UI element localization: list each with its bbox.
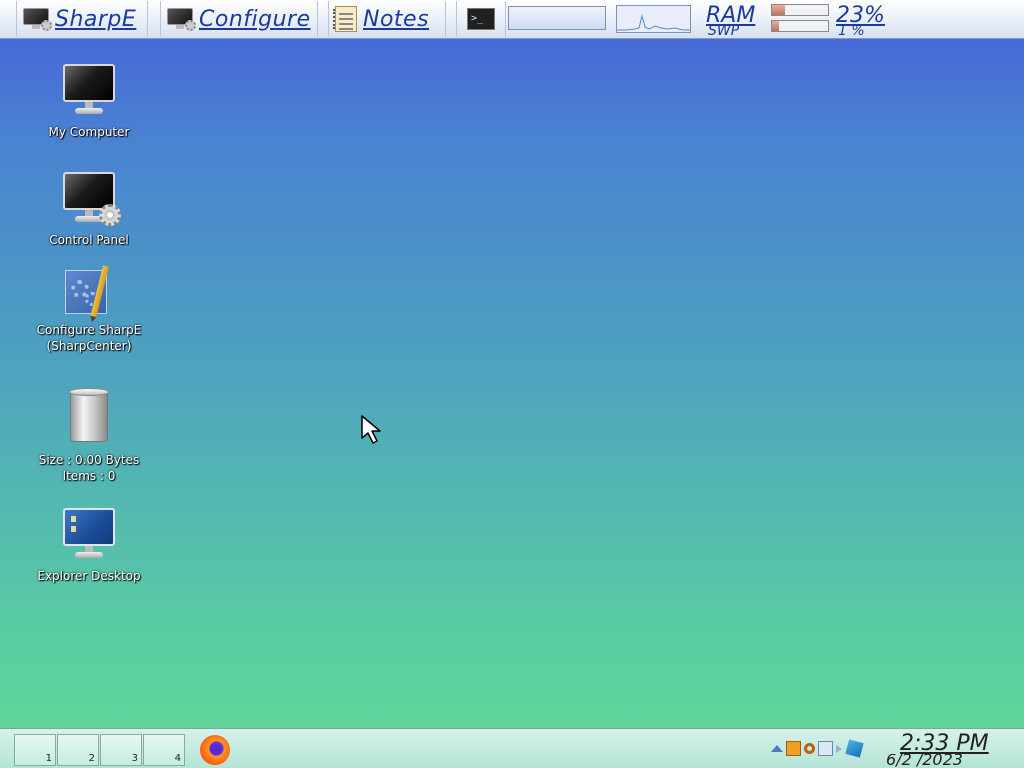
ram-percent: 23% [836,3,885,28]
my-computer-shortcut[interactable]: My Computer [24,64,154,140]
explorer-desktop-icon [63,508,115,562]
recycle-bin-shortcut[interactable]: Size : 0.00 Bytes Items : 0 [24,388,154,484]
my-computer-label: My Computer [48,125,130,139]
recycle-bin-size: Size : 0.00 Bytes [38,453,140,467]
notes-button[interactable]: Notes [328,1,446,37]
tray-network-icon[interactable] [818,741,833,756]
control-panel-shortcut[interactable]: Control Panel [24,172,154,248]
explorer-desktop-label: Explorer Desktop [37,569,141,583]
configure-sharpe-shortcut[interactable]: Configure SharpE (SharpCenter) [24,265,154,354]
workspace-1-number: 1 [45,753,52,764]
tray-expand-arrow-icon[interactable] [771,745,783,752]
bottom-taskbar: 1 2 3 4 2:33 PM 6/2 /2023 [0,728,1024,768]
system-tray [771,739,864,758]
workspace-1-button[interactable]: 1 [14,734,56,766]
sharpe-monitor-icon [23,8,52,31]
ram-label: RAM [706,3,756,28]
workspace-2-button[interactable]: 2 [57,734,99,766]
cpu-graph [616,5,691,33]
sharpcenter-icon [65,265,113,318]
cpu-graph-line [617,14,690,31]
top-panel: SharpE Configure Notes >_ RAM SWP 23% 1 … [0,0,1024,39]
clock-time[interactable]: 2:33 PM [900,732,989,756]
clock-date: 6/2 /2023 [886,754,963,768]
configure-sharpe-sublabel: (SharpCenter) [46,339,132,353]
terminal-icon: >_ [467,8,495,30]
terminal-button[interactable]: >_ [456,1,506,37]
explorer-desktop-shortcut[interactable]: Explorer Desktop [24,508,154,584]
swap-label: SWP [708,26,740,38]
notepad-icon [333,6,357,32]
computer-icon [63,64,115,118]
tray-cube-icon[interactable] [845,739,864,758]
mouse-pointer-icon [361,415,381,444]
tray-volume-icon[interactable] [836,744,844,753]
configure-button[interactable]: Configure [160,1,318,37]
workspace-3-button[interactable]: 3 [100,734,142,766]
swap-usage-fill [772,21,779,31]
swap-percent: 1 % [838,26,865,38]
swap-usage-bar [771,20,829,32]
trash-can-icon [69,388,109,444]
workspace-4-number: 4 [174,753,181,764]
network-meter [508,6,606,30]
notes-label: Notes [363,6,430,32]
firefox-icon[interactable] [200,735,230,765]
control-panel-label: Control Panel [49,233,129,247]
ram-usage-fill [772,5,785,15]
sharpe-menu-button[interactable]: SharpE [16,1,148,37]
configure-sharpe-label: Configure SharpE [36,323,142,337]
sharpe-menu-label: SharpE [55,6,137,32]
tray-app-icon[interactable] [786,741,801,756]
recycle-bin-items: Items : 0 [62,469,116,483]
workspace-4-button[interactable]: 4 [143,734,185,766]
workspace-3-number: 3 [131,753,138,764]
configure-label: Configure [199,6,311,32]
control-panel-icon [63,172,121,226]
workspace-2-number: 2 [88,753,95,764]
configure-monitor-icon [167,8,196,31]
tray-search-icon[interactable] [804,743,815,754]
ram-usage-bar [771,4,829,16]
